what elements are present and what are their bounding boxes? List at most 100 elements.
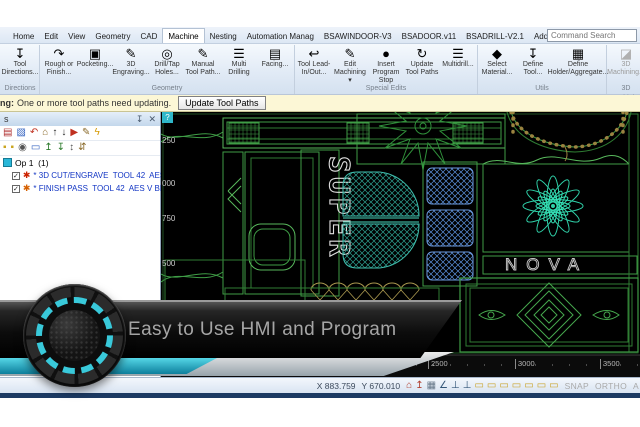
status-icon[interactable]: ↥ bbox=[415, 380, 423, 392]
ribbon-button[interactable]: ◎ Drill/Tap Holes... bbox=[149, 45, 185, 77]
ruler-left-label: 500 bbox=[162, 259, 175, 268]
status-icon[interactable]: ▭ bbox=[487, 380, 496, 392]
tree-toolbar-icon[interactable]: ▶ bbox=[70, 127, 78, 139]
ribbon-button[interactable]: ☰ Multidrill... bbox=[440, 45, 476, 69]
ribbon-tab[interactable]: Nesting bbox=[205, 29, 242, 43]
tree-toolpath-item[interactable]: ✓ ✱ * 3D CUT/ENGRAVE TOOL 42 AES V BICAK bbox=[0, 169, 160, 182]
cursor-x-coordinate: X 883.759 bbox=[317, 381, 356, 391]
ribbon-tab[interactable]: Home bbox=[8, 29, 39, 43]
tree-group-op1[interactable]: Op 1 (1) bbox=[0, 156, 160, 169]
ribbon-button[interactable]: ● Insert Program Stop bbox=[368, 45, 404, 84]
tree-toolbar-icon[interactable]: ↕ bbox=[69, 142, 74, 154]
ribbon-button[interactable]: ↧ Tool Directions... bbox=[2, 45, 38, 77]
tree-toolbar-icon[interactable]: ↓ bbox=[61, 127, 66, 139]
ribbon-button[interactable]: ▤ Facing... bbox=[257, 45, 293, 69]
ribbon-button-icon: ✎ bbox=[198, 46, 209, 61]
ribbon-button[interactable]: ✎ 3D Engraving... bbox=[113, 45, 149, 77]
status-icon[interactable]: ▭ bbox=[474, 380, 483, 392]
tree-toolbar-icon[interactable]: ↧ bbox=[57, 142, 65, 154]
speaker-mesh bbox=[49, 310, 100, 361]
tree-toolbar-icon[interactable]: ↶ bbox=[30, 127, 38, 139]
status-icon[interactable]: ▭ bbox=[512, 380, 521, 392]
status-toggle[interactable]: ORTHO bbox=[595, 381, 627, 391]
toolpath-checkbox[interactable]: ✓ bbox=[12, 185, 20, 193]
ribbon-button-label: Drill/Tap Holes... bbox=[149, 61, 185, 77]
ribbon-tab[interactable]: BSADOOR.v11 bbox=[397, 29, 462, 43]
ribbon-tab[interactable]: CAD bbox=[135, 29, 162, 43]
status-icon[interactable]: ∠ bbox=[439, 380, 448, 392]
ribbon-button-icon: ↧ bbox=[528, 46, 539, 61]
ribbon-button-icon: ◎ bbox=[161, 46, 172, 61]
command-search-input[interactable] bbox=[547, 29, 637, 42]
ribbon-tab[interactable]: Automation Manag bbox=[242, 29, 319, 43]
ribbon-group-title: Special Edits bbox=[296, 84, 476, 94]
ruler-bottom-label: 2500 bbox=[428, 359, 448, 369]
ribbon-button[interactable]: ↧ Define Tool... bbox=[515, 45, 551, 77]
status-icon[interactable]: ⊥ bbox=[463, 380, 472, 392]
status-icon[interactable]: ▭ bbox=[499, 380, 508, 392]
ribbon-button-label: Insert Program Stop bbox=[368, 61, 404, 84]
tree-toolbar-icon[interactable]: ↥ bbox=[44, 142, 52, 154]
cursor-y-coordinate: Y 670.010 bbox=[362, 381, 401, 391]
ribbon-button[interactable]: ☰ Multi Drilling bbox=[221, 45, 257, 77]
ribbon-button[interactable]: ↩ Tool Lead-In/Out... bbox=[296, 45, 332, 77]
ribbon-button[interactable]: ↻ Update Tool Paths bbox=[404, 45, 440, 77]
ruler-left-label: 250 bbox=[162, 136, 175, 145]
ribbon-tab[interactable]: Edit bbox=[39, 29, 63, 43]
ribbon-button[interactable]: ↷ Rough or Finish... bbox=[41, 45, 77, 77]
status-icon[interactable]: ▭ bbox=[549, 380, 558, 392]
tree-toolbar-icon[interactable]: ⌂ bbox=[42, 127, 48, 139]
ribbon-button-label: 3D Machining... bbox=[607, 61, 640, 77]
pin-icon[interactable]: ↧ bbox=[136, 114, 144, 125]
toolpath-label: * FINISH PASS TOOL 42 AES V BICAK bbox=[33, 184, 178, 193]
tree-toolbar-icon[interactable]: ↑ bbox=[52, 127, 57, 139]
tree-toolpath-item[interactable]: ✓ ✱ * FINISH PASS TOOL 42 AES V BICAK bbox=[0, 182, 160, 195]
ruler-bottom-label: 3000 bbox=[515, 359, 535, 369]
ribbon-button[interactable]: ◆ Select Material... bbox=[479, 45, 515, 77]
tree-toolbar-icon[interactable]: ✎ bbox=[82, 127, 90, 139]
status-toggle[interactable]: SNAP bbox=[565, 381, 589, 391]
ribbon-button[interactable]: ✎ Edit Machining ▾ bbox=[332, 45, 368, 84]
ribbon-tab[interactable]: BSADRILL-V2.1 bbox=[461, 29, 529, 43]
status-icon[interactable]: ▦ bbox=[427, 380, 436, 392]
status-icon[interactable]: ⌂ bbox=[406, 380, 412, 392]
status-icon[interactable]: ▭ bbox=[524, 380, 533, 392]
ribbon: ↧ Tool Directions... Directions ↷ Rough … bbox=[0, 44, 640, 95]
tree-toolbar-icon[interactable]: ϟ bbox=[94, 127, 99, 139]
ribbon-tab[interactable]: Machine bbox=[162, 28, 204, 43]
tree-toolbar-icon[interactable]: ◉ bbox=[18, 142, 27, 154]
update-tool-paths-button[interactable]: Update Tool Paths bbox=[178, 96, 265, 110]
toolpath-checkbox[interactable]: ✓ bbox=[12, 172, 20, 180]
ribbon-button[interactable]: ✎ Manual Tool Path... bbox=[185, 45, 221, 77]
ribbon-button-label: Multi Drilling bbox=[221, 61, 257, 77]
ribbon-tab[interactable]: View bbox=[63, 29, 90, 43]
status-toggle[interactable]: A bbox=[633, 381, 639, 391]
ribbon-tab[interactable]: BSAWINDOOR-V3 bbox=[319, 29, 397, 43]
tree-toolbar-icon[interactable]: ⇵ bbox=[78, 142, 86, 154]
ribbon-button[interactable]: ▣ Pocketing... bbox=[77, 45, 113, 69]
cam-tree-toolbar-row2: ▪ ▪ ◉ ▭ ↥ ↧ ↕ ⇵ bbox=[0, 141, 160, 156]
toolpath-type-icon: ✱ bbox=[23, 170, 31, 181]
ribbon-button-icon: ✎ bbox=[345, 46, 356, 61]
ribbon-button[interactable]: ◪ 3D Machining... bbox=[608, 45, 640, 77]
status-icon[interactable]: ⊥ bbox=[451, 380, 460, 392]
warning-text: One or more tool paths need updating. bbox=[17, 98, 171, 108]
ribbon-button-label: Manual Tool Path... bbox=[185, 61, 221, 77]
ribbon-button-label: Tool Lead-In/Out... bbox=[296, 61, 332, 77]
close-icon[interactable]: ✕ bbox=[148, 114, 156, 125]
ribbon-button-icon: ▤ bbox=[269, 46, 281, 61]
ribbon-button[interactable]: ▦ Define Holder/Aggregate... bbox=[551, 45, 605, 77]
tree-toolbar-icon[interactable]: ▧ bbox=[16, 127, 25, 139]
ribbon-button-icon: ✎ bbox=[126, 46, 137, 61]
ribbon-tab[interactable]: Geometry bbox=[90, 29, 135, 43]
tree-toolbar-icon[interactable]: ▪ bbox=[11, 142, 15, 154]
tree-toolbar-icon[interactable]: ▭ bbox=[31, 142, 40, 154]
viewport-help-badge[interactable]: ? bbox=[162, 112, 173, 123]
ribbon-button-label: Tool Directions... bbox=[2, 61, 39, 77]
toolpath-type-icon: ✱ bbox=[23, 183, 31, 194]
status-icon[interactable]: ▭ bbox=[537, 380, 546, 392]
ribbon-group-geometry: ↷ Rough or Finish... ▣ Pocketing... ✎ 3D… bbox=[40, 45, 295, 94]
ribbon-button-icon: ▦ bbox=[572, 46, 584, 61]
tree-toolbar-icon[interactable]: ▪ bbox=[3, 142, 7, 154]
tree-toolbar-icon[interactable]: ▤ bbox=[3, 127, 12, 139]
